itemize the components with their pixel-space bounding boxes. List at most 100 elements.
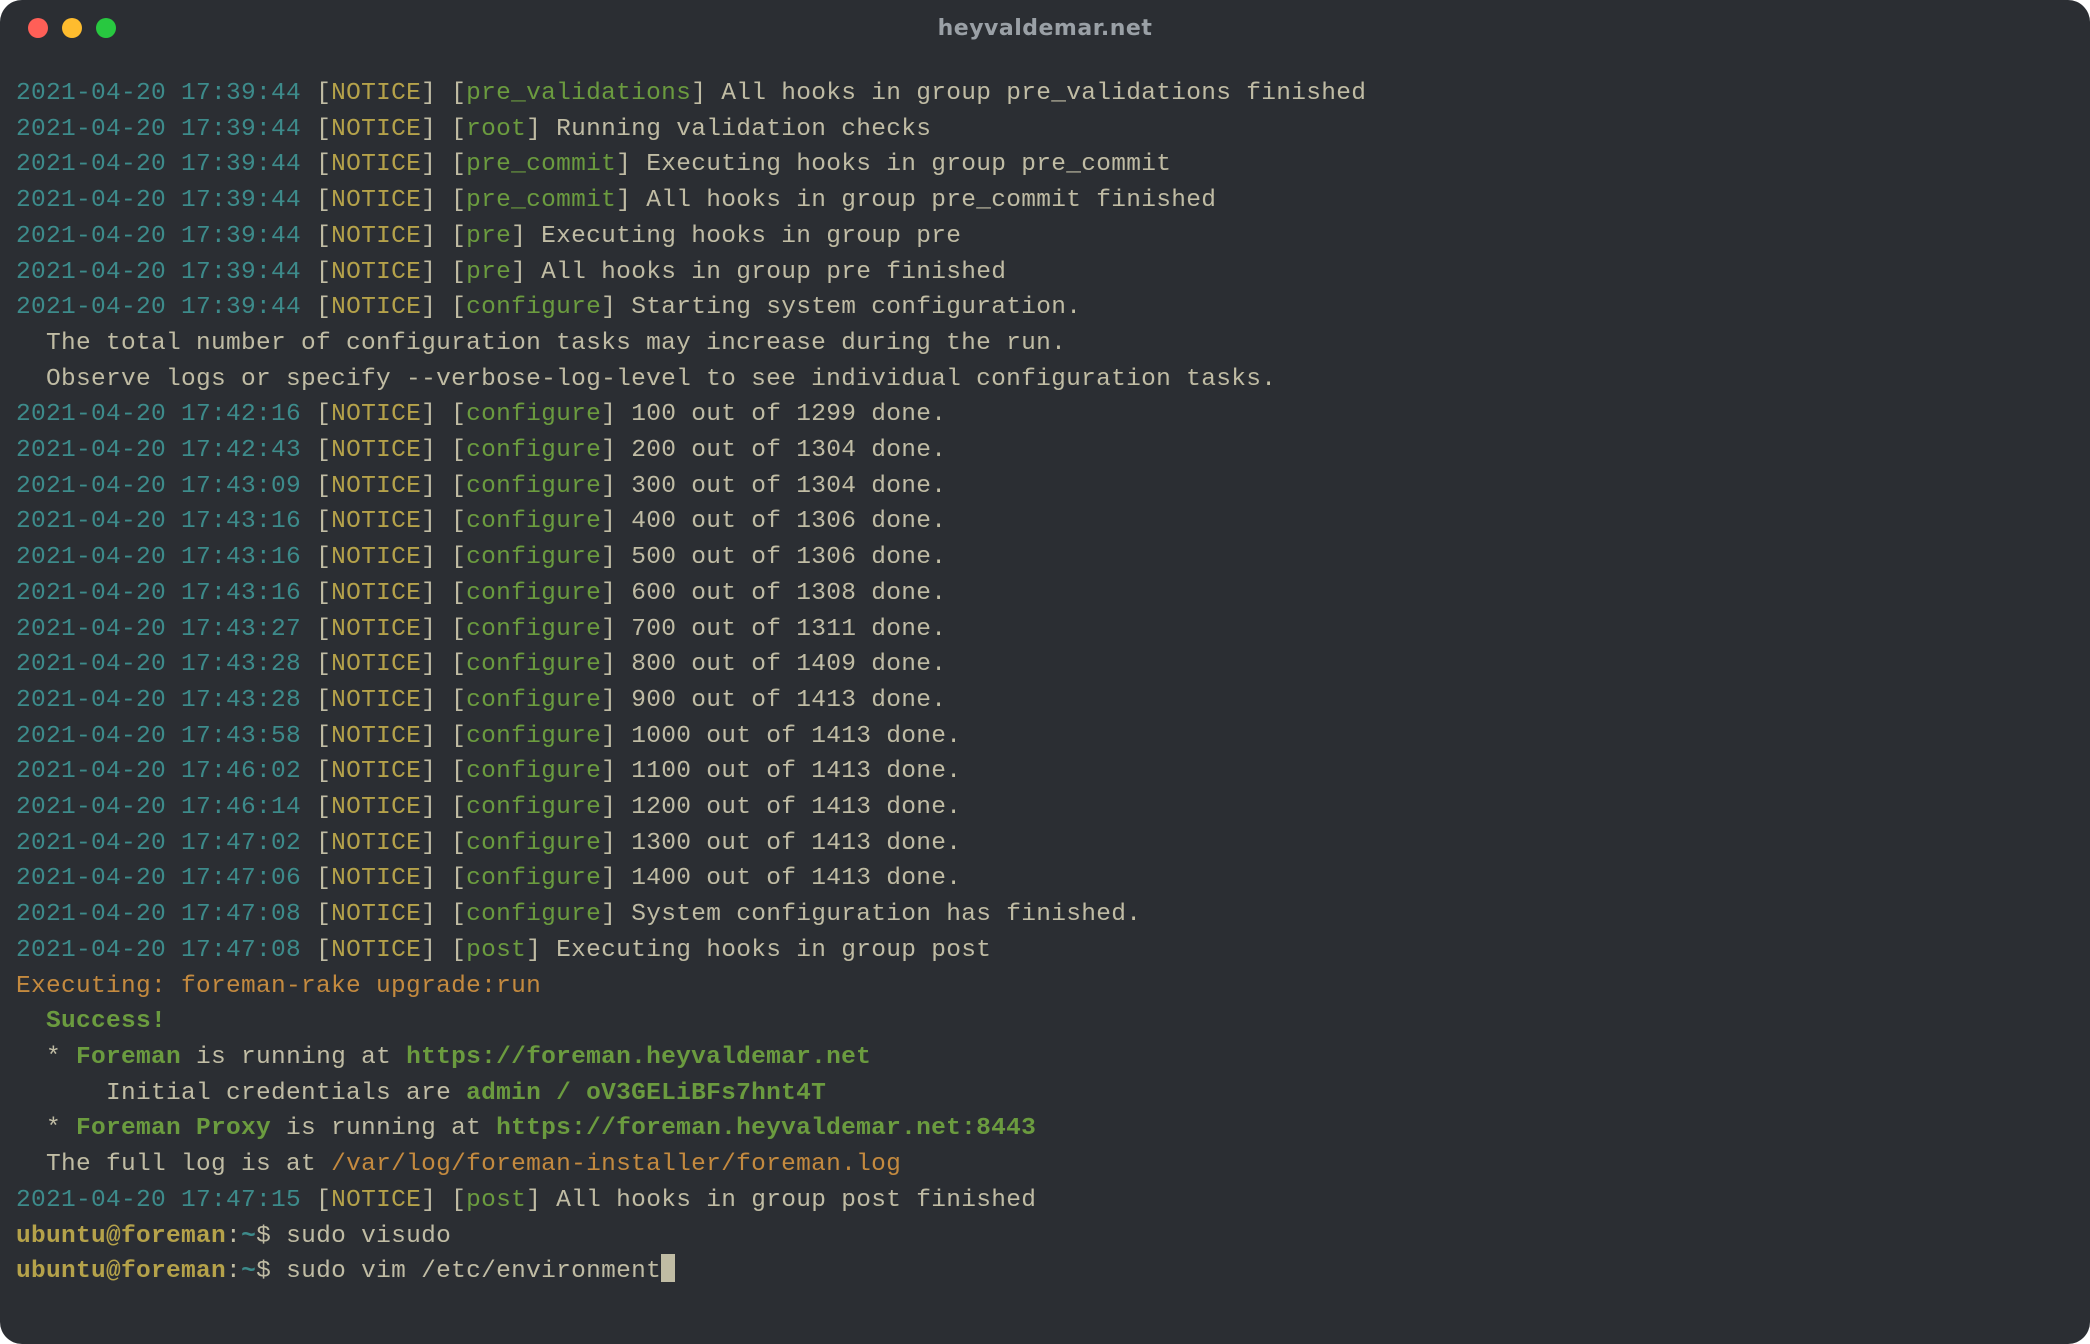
timestamp: 2021-04-20 17:39:44 xyxy=(16,151,301,178)
log-level: NOTICE xyxy=(331,294,421,321)
terminal-window: heyvaldemar.net 2021-04-20 17:39:44 [NOT… xyxy=(0,0,2090,1344)
log-line: 2021-04-20 17:39:44 [NOTICE] [configure]… xyxy=(16,290,2074,326)
log-level: NOTICE xyxy=(331,1187,421,1214)
timestamp: 2021-04-20 17:43:28 xyxy=(16,651,301,678)
timestamp: 2021-04-20 17:43:27 xyxy=(16,616,301,643)
close-icon[interactable] xyxy=(28,18,48,38)
output-line: The total number of configuration tasks … xyxy=(16,326,2074,362)
log-level: NOTICE xyxy=(331,616,421,643)
log-level: NOTICE xyxy=(331,116,421,143)
prompt-user: ubuntu@foreman xyxy=(16,1223,226,1250)
prompt-line[interactable]: ubuntu@foreman:~$ sudo visudo xyxy=(16,1219,2074,1255)
log-line: 2021-04-20 17:46:14 [NOTICE] [configure]… xyxy=(16,790,2074,826)
timestamp: 2021-04-20 17:43:58 xyxy=(16,723,301,750)
log-tag: configure xyxy=(466,580,601,607)
log-level: NOTICE xyxy=(331,259,421,286)
log-line: 2021-04-20 17:43:16 [NOTICE] [configure]… xyxy=(16,576,2074,612)
log-line: 2021-04-20 17:42:16 [NOTICE] [configure]… xyxy=(16,397,2074,433)
log-tag: configure xyxy=(466,687,601,714)
prompt-user: ubuntu@foreman xyxy=(16,1258,226,1285)
log-line: 2021-04-20 17:43:28 [NOTICE] [configure]… xyxy=(16,647,2074,683)
log-level: NOTICE xyxy=(331,80,421,107)
timestamp: 2021-04-20 17:43:09 xyxy=(16,473,301,500)
log-line: 2021-04-20 17:46:02 [NOTICE] [configure]… xyxy=(16,754,2074,790)
log-tag: pre_commit xyxy=(466,187,616,214)
log-line: 2021-04-20 17:47:06 [NOTICE] [configure]… xyxy=(16,861,2074,897)
traffic-lights xyxy=(28,18,116,38)
log-line: 2021-04-20 17:43:16 [NOTICE] [configure]… xyxy=(16,540,2074,576)
foreman-url: https://foreman.heyvaldemar.net xyxy=(406,1044,871,1071)
prompt-path: ~ xyxy=(241,1258,256,1285)
log-line: 2021-04-20 17:47:02 [NOTICE] [configure]… xyxy=(16,826,2074,862)
log-message: 100 out of 1299 done. xyxy=(616,401,946,428)
minimize-icon[interactable] xyxy=(62,18,82,38)
log-tag: configure xyxy=(466,294,601,321)
log-line: 2021-04-20 17:47:08 [NOTICE] [configure]… xyxy=(16,897,2074,933)
log-level: NOTICE xyxy=(331,758,421,785)
log-line: 2021-04-20 17:39:44 [NOTICE] [pre_commit… xyxy=(16,183,2074,219)
log-message: 200 out of 1304 done. xyxy=(616,437,946,464)
timestamp: 2021-04-20 17:47:06 xyxy=(16,865,301,892)
log-tag: pre xyxy=(466,223,511,250)
log-line: 2021-04-20 17:47:15 [NOTICE] [post] All … xyxy=(16,1183,2074,1219)
log-message: Executing hooks in group pre xyxy=(526,223,961,250)
log-line: 2021-04-20 17:43:09 [NOTICE] [configure]… xyxy=(16,469,2074,505)
log-message: 400 out of 1306 done. xyxy=(616,508,946,535)
credentials: admin / oV3GELiBFs7hnt4T xyxy=(466,1080,826,1107)
log-message: 900 out of 1413 done. xyxy=(616,687,946,714)
log-level: NOTICE xyxy=(331,937,421,964)
log-level: NOTICE xyxy=(331,723,421,750)
log-tag: configure xyxy=(466,723,601,750)
prompt-line[interactable]: ubuntu@foreman:~$ sudo vim /etc/environm… xyxy=(16,1254,2074,1290)
log-level: NOTICE xyxy=(331,401,421,428)
log-message: All hooks in group pre_commit finished xyxy=(631,187,1216,214)
log-level: NOTICE xyxy=(331,544,421,571)
proxy-url: https://foreman.heyvaldemar.net:8443 xyxy=(496,1115,1036,1142)
log-line: 2021-04-20 17:42:43 [NOTICE] [configure]… xyxy=(16,433,2074,469)
log-tag: pre_commit xyxy=(466,151,616,178)
timestamp: 2021-04-20 17:47:02 xyxy=(16,830,301,857)
log-tag: configure xyxy=(466,473,601,500)
output-line: Observe logs or specify --verbose-log-le… xyxy=(16,362,2074,398)
timestamp: 2021-04-20 17:39:44 xyxy=(16,294,301,321)
log-line: 2021-04-20 17:47:08 [NOTICE] [post] Exec… xyxy=(16,933,2074,969)
log-tag: pre_validations xyxy=(466,80,691,107)
zoom-icon[interactable] xyxy=(96,18,116,38)
log-level: NOTICE xyxy=(331,437,421,464)
log-message: All hooks in group pre_validations finis… xyxy=(706,80,1366,107)
log-tag: configure xyxy=(466,794,601,821)
cursor-icon xyxy=(661,1254,675,1282)
timestamp: 2021-04-20 17:43:16 xyxy=(16,508,301,535)
timestamp: 2021-04-20 17:42:16 xyxy=(16,401,301,428)
log-line: 2021-04-20 17:43:27 [NOTICE] [configure]… xyxy=(16,612,2074,648)
log-message: Running validation checks xyxy=(541,116,931,143)
timestamp: 2021-04-20 17:39:44 xyxy=(16,116,301,143)
proxy-line: * Foreman Proxy is running at https://fo… xyxy=(16,1111,2074,1147)
creds-line: Initial credentials are admin / oV3GELiB… xyxy=(16,1076,2074,1112)
exec-line: Executing: foreman-rake upgrade:run xyxy=(16,969,2074,1005)
log-tag: configure xyxy=(466,865,601,892)
terminal-output[interactable]: 2021-04-20 17:39:44 [NOTICE] [pre_valida… xyxy=(0,56,2090,1302)
log-level: NOTICE xyxy=(331,687,421,714)
log-line: 2021-04-20 17:43:16 [NOTICE] [configure]… xyxy=(16,504,2074,540)
timestamp: 2021-04-20 17:47:08 xyxy=(16,901,301,928)
log-level: NOTICE xyxy=(331,830,421,857)
log-tag: configure xyxy=(466,758,601,785)
prompt-path: ~ xyxy=(241,1223,256,1250)
timestamp: 2021-04-20 17:39:44 xyxy=(16,80,301,107)
log-message: 1400 out of 1413 done. xyxy=(616,865,961,892)
timestamp: 2021-04-20 17:42:43 xyxy=(16,437,301,464)
log-tag: post xyxy=(466,937,526,964)
log-level: NOTICE xyxy=(331,651,421,678)
timestamp: 2021-04-20 17:47:08 xyxy=(16,937,301,964)
log-line: 2021-04-20 17:39:44 [NOTICE] [pre_commit… xyxy=(16,147,2074,183)
log-level: NOTICE xyxy=(331,580,421,607)
log-tag: pre xyxy=(466,259,511,286)
log-message: Starting system configuration. xyxy=(616,294,1081,321)
timestamp: 2021-04-20 17:43:28 xyxy=(16,687,301,714)
log-level: NOTICE xyxy=(331,794,421,821)
log-message: 1100 out of 1413 done. xyxy=(616,758,961,785)
log-path: /var/log/foreman-installer/foreman.log xyxy=(331,1151,901,1178)
log-message: 700 out of 1311 done. xyxy=(616,616,946,643)
log-level: NOTICE xyxy=(331,508,421,535)
